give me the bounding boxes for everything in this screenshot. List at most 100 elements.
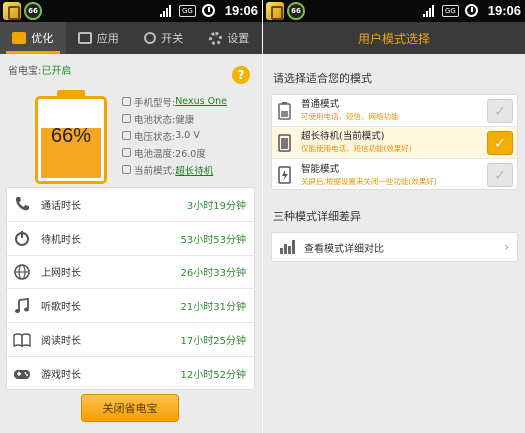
usage-label: 待机时长 (41, 234, 81, 246)
network-badge: GG (179, 5, 196, 17)
device-info: 手机型号: Nexus One 电池状态: 健康 电压状态: 3.0 V 电池温… (122, 93, 257, 178)
power-saver-status: 省电宝:已开启 (8, 62, 71, 77)
app-notification-icon (266, 2, 284, 20)
music-note-icon (13, 297, 31, 315)
globe-icon (13, 263, 31, 281)
compare-label: 查看模式详细对比 (304, 243, 384, 255)
battery-graphic: 66% (35, 90, 107, 184)
usage-value: 21小时31分钟 (180, 302, 246, 314)
app-notification-icon (3, 2, 21, 20)
list-item: 上网时长 26小时33分钟 (7, 256, 254, 290)
mode-text: 超长待机(当前模式) 仅能使用电话、短信功能(效果好) (301, 131, 517, 154)
apps-icon (77, 32, 92, 44)
mode-option-long-standby[interactable]: 超长待机(当前模式) 仅能使用电话、短信功能(效果好) ✓ (272, 127, 517, 159)
phone-model-icon (122, 97, 131, 106)
battery-level-badge: 66 (24, 2, 42, 20)
usage-value: 12小时52分钟 (180, 370, 246, 382)
standby-power-icon (13, 229, 31, 247)
close-power-saver-button[interactable]: 关闭省电宝 (81, 394, 179, 422)
thermometer-icon (122, 148, 131, 157)
alarm-icon (202, 4, 215, 17)
book-icon (13, 331, 31, 349)
gamepad-icon (13, 365, 31, 383)
info-temperature: 电池温度: 26.0度 (122, 144, 257, 161)
signal-icon (423, 5, 437, 17)
tab-optimize[interactable]: 优化 (0, 22, 66, 54)
list-item: 待机时长 53小时53分钟 (7, 222, 254, 256)
mode-checkbox[interactable]: ✓ (487, 131, 513, 155)
compare-modes-item[interactable]: 查看模式详细对比 › (271, 232, 518, 262)
info-battery-state: 电池状态: 健康 (122, 110, 257, 127)
info-label: 电压状态: (134, 131, 176, 143)
list-item: 听歌时长 21小时31分钟 (7, 289, 254, 324)
mode-desc: 关屏后,根据设置来关闭一些功能(效果好) (301, 176, 437, 186)
chevron-right-icon: › (504, 240, 509, 254)
status-prefix: 省电宝: (8, 66, 42, 77)
mode-name: 普通模式 (301, 99, 340, 110)
usage-label: 阅读时长 (41, 336, 81, 348)
status-value: 已开启 (41, 66, 72, 77)
usage-value: 26小时33分钟 (180, 268, 246, 280)
power-icon (144, 32, 157, 44)
alarm-icon (465, 4, 478, 17)
list-item: 阅读时长 17小时25分钟 (7, 323, 254, 357)
signal-icon (160, 5, 174, 17)
list-item: 通话时长 3小时19分钟 (7, 188, 254, 222)
mode-name: 超长待机(当前模式) (301, 131, 385, 142)
model-link[interactable]: Nexus One (175, 96, 227, 107)
briefcase-icon (12, 32, 27, 44)
status-bar: 66 GG 19:06 (0, 0, 262, 22)
page-title: 用户模式选择 (263, 22, 525, 54)
info-label: 手机型号: (134, 97, 176, 109)
usage-label: 游戏时长 (41, 370, 81, 382)
battery-level-badge: 66 (287, 2, 305, 20)
main-tab-bar: 优化 应用 开关 设置 (0, 22, 262, 54)
mode-text: 智能模式 关屏后,根据设置来关闭一些功能(效果好) (301, 164, 517, 187)
difference-title: 三种模式详细差异 (273, 210, 361, 223)
battery-normal-icon (278, 101, 291, 120)
phone-icon (13, 195, 31, 213)
clock: 19:06 (487, 3, 521, 18)
info-value: 26.0度 (175, 148, 206, 160)
info-value: 3.0 V (175, 130, 200, 141)
usage-label: 通话时长 (41, 200, 81, 212)
mode-select-screen: 66 GG 19:06 用户模式选择 请选择适合您的模式 普通模式 可使用电话、… (263, 0, 525, 433)
battery-body: 66% (35, 96, 107, 184)
mode-text: 普通模式 可使用电话、短信、网络功能 (301, 99, 517, 122)
mode-name: 智能模式 (301, 163, 340, 175)
optimize-screen: 66 GG 19:06 优化 应用 开关 设置 省电宝:已开启 ? 66% 手机… (0, 0, 262, 433)
mode-checkbox[interactable]: ✓ (487, 99, 513, 123)
mode-list: 普通模式 可使用电话、短信、网络功能 ✓ 超长待机(当前模式) 仅能使用电话、短… (271, 94, 518, 190)
usage-value: 3小时19分钟 (186, 200, 246, 212)
usage-value: 53小时53分钟 (180, 234, 246, 246)
info-model: 手机型号: Nexus One (122, 93, 257, 110)
battery-percent: 66% (50, 125, 92, 147)
tab-apps[interactable]: 应用 (66, 22, 132, 54)
mode-option-normal[interactable]: 普通模式 可使用电话、短信、网络功能 ✓ (272, 95, 517, 127)
info-label: 电池温度: (134, 148, 176, 160)
tab-settings[interactable]: 设置 (197, 22, 263, 54)
info-voltage: 电压状态: 3.0 V (122, 127, 257, 144)
tab-label: 应用 (96, 32, 119, 45)
mode-option-smart[interactable]: 智能模式 关屏后,根据设置来关闭一些功能(效果好) ✓ (272, 159, 517, 191)
mode-icon (122, 165, 131, 174)
info-label: 电池状态: (134, 114, 176, 126)
tab-label: 设置 (227, 32, 250, 45)
help-icon[interactable]: ? (232, 66, 250, 84)
gear-icon (209, 31, 223, 45)
mode-checkbox[interactable]: ✓ (487, 163, 513, 187)
network-badge: GG (442, 5, 459, 17)
bar-chart-icon (280, 240, 296, 254)
tab-switches[interactable]: 开关 (131, 22, 197, 54)
battery-standby-icon (278, 133, 291, 152)
usage-time-list: 通话时长 3小时19分钟 待机时长 53小时53分钟 上网时长 26小时33分钟… (6, 187, 255, 390)
info-label: 当前模式: (134, 165, 176, 177)
mode-prompt: 请选择适合您的模式 (273, 72, 372, 85)
voltage-icon (122, 131, 131, 140)
info-value: 健康 (175, 114, 195, 126)
current-mode-link[interactable]: 超长待机 (175, 163, 213, 177)
list-item: 游戏时长 12小时52分钟 (7, 357, 254, 391)
usage-value: 17小时25分钟 (180, 336, 246, 348)
status-bar: 66 GG 19:06 (263, 0, 525, 22)
tab-label: 开关 (161, 32, 184, 45)
